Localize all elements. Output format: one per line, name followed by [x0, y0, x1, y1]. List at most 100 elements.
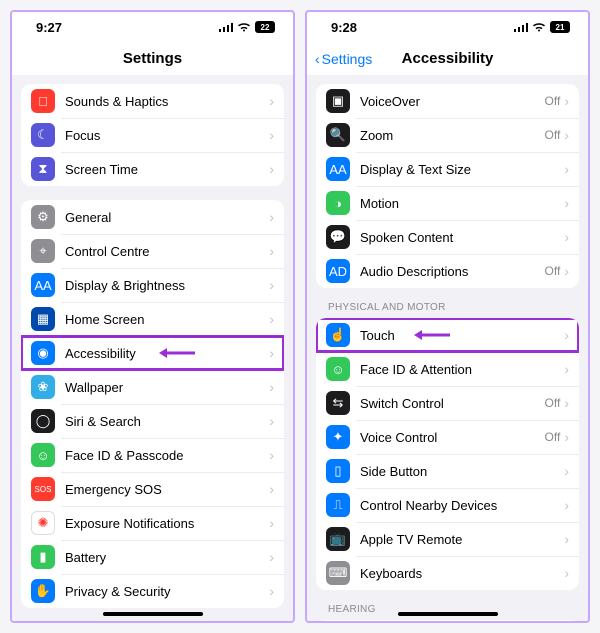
home-indicator[interactable]	[103, 612, 203, 616]
row-spoken-content[interactable]: 💬 Spoken Content›	[316, 220, 579, 254]
row-label: Apple TV Remote	[360, 532, 564, 547]
row-side-button[interactable]: ▯Side Button›	[316, 454, 579, 488]
row-label: Wallpaper	[65, 380, 269, 395]
chevron-right-icon: ›	[269, 345, 274, 361]
accessibility-icon: ◉	[31, 341, 55, 365]
row-label: Side Button	[360, 464, 564, 479]
chevron-right-icon: ›	[564, 531, 569, 547]
row-control-centre[interactable]: ⌖ Control Centre›	[21, 234, 284, 268]
chevron-right-icon: ›	[269, 311, 274, 327]
row-switch-control[interactable]: ⇆Switch ControlOff›	[316, 386, 579, 420]
row-face-id-attention[interactable]: ☺Face ID & Attention›	[316, 352, 579, 386]
row-label: Voice Control	[360, 430, 545, 445]
phone-accessibility: 9:28 21 ‹ Settings Accessibility ▣VoiceO…	[305, 10, 590, 623]
side-button-icon: ▯	[326, 459, 350, 483]
chevron-right-icon: ›	[564, 229, 569, 245]
chevron-right-icon: ›	[564, 161, 569, 177]
row-accessibility[interactable]: ◉Accessibility›	[21, 336, 284, 370]
chevron-right-icon: ›	[564, 263, 569, 279]
settings-list[interactable]: 􀊠Sounds & Haptics›☾Focus›⧗Screen Time›⚙G…	[12, 76, 293, 621]
row-label: Zoom	[360, 128, 545, 143]
row-wallpaper[interactable]: ❀Wallpaper›	[21, 370, 284, 404]
home-indicator[interactable]	[398, 612, 498, 616]
chevron-right-icon: ›	[269, 127, 274, 143]
row-label: Privacy & Security	[65, 584, 269, 599]
row-hearing-devices[interactable]: 👂Hearing Devices›	[316, 620, 579, 621]
row-value: Off	[545, 94, 561, 108]
row-sounds-haptics[interactable]: 􀊠Sounds & Haptics›	[21, 84, 284, 118]
row-control-nearby-devices[interactable]: ⎍Control Nearby Devices›	[316, 488, 579, 522]
motion-icon: ◑	[326, 191, 350, 215]
text-size-icon: AA	[326, 157, 350, 181]
row-battery[interactable]: ▮Battery›	[21, 540, 284, 574]
row-audio-descriptions[interactable]: ADAudio DescriptionsOff›	[316, 254, 579, 288]
settings-group: 👂Hearing Devices›	[316, 620, 579, 621]
row-label: Emergency SOS	[65, 482, 269, 497]
row-label: Exposure Notifications	[65, 516, 269, 531]
chevron-right-icon: ›	[564, 195, 569, 211]
row-motion[interactable]: ◑Motion›	[316, 186, 579, 220]
row-voiceover[interactable]: ▣VoiceOverOff›	[316, 84, 579, 118]
zoom-icon: 🔍	[326, 123, 350, 147]
row-zoom[interactable]: 🔍ZoomOff›	[316, 118, 579, 152]
row-value: Off	[545, 264, 561, 278]
row-keyboards[interactable]: ⌨Keyboards›	[316, 556, 579, 590]
chevron-right-icon: ›	[269, 277, 274, 293]
tv-remote-icon: 📺	[326, 527, 350, 551]
row-display-text-size[interactable]: AADisplay & Text Size›	[316, 152, 579, 186]
row-exposure-notifications[interactable]: ✺Exposure Notifications›	[21, 506, 284, 540]
chevron-right-icon: ›	[269, 161, 274, 177]
row-home-screen[interactable]: ▦Home Screen›	[21, 302, 284, 336]
exposure-icon: ✺	[31, 511, 55, 535]
row-label: Battery	[65, 550, 269, 565]
row-value: Off	[545, 430, 561, 444]
spoken-icon: 💬	[326, 225, 350, 249]
faceid-icon: ☺	[31, 443, 55, 467]
chevron-right-icon: ›	[269, 447, 274, 463]
moon-icon: ☾	[31, 123, 55, 147]
row-label: Control Nearby Devices	[360, 498, 564, 513]
row-label: Control Centre	[65, 244, 269, 259]
touch-icon: ☝	[326, 323, 350, 347]
row-privacy-security[interactable]: ✋Privacy & Security›	[21, 574, 284, 608]
battery-icon: ▮	[31, 545, 55, 569]
page-title: Settings	[123, 50, 182, 67]
row-siri-search[interactable]: ◯Siri & Search›	[21, 404, 284, 438]
chevron-right-icon: ›	[564, 93, 569, 109]
settings-group: ☝Touch›☺Face ID & Attention›⇆Switch Cont…	[316, 318, 579, 590]
voice-icon: ✦	[326, 425, 350, 449]
chevron-right-icon: ›	[564, 395, 569, 411]
row-screen-time[interactable]: ⧗Screen Time›	[21, 152, 284, 186]
sos-icon: SOS	[31, 477, 55, 501]
row-emergency-sos[interactable]: SOSEmergency SOS›	[21, 472, 284, 506]
row-label: Focus	[65, 128, 269, 143]
row-value: Off	[545, 128, 561, 142]
row-apple-tv-remote[interactable]: 📺 Apple TV Remote›	[316, 522, 579, 556]
nav-bar: Settings	[12, 42, 293, 76]
row-label: Spoken Content	[360, 230, 564, 245]
row-touch[interactable]: ☝Touch›	[316, 318, 579, 352]
switch-icon: ⇆	[326, 391, 350, 415]
accessibility-list[interactable]: ▣VoiceOverOff›🔍ZoomOff›AADisplay & Text …	[307, 76, 588, 621]
row-label: Sounds & Haptics	[65, 94, 269, 109]
row-face-id-passcode[interactable]: ☺Face ID & Passcode›	[21, 438, 284, 472]
wifi-icon	[237, 20, 251, 35]
wallpaper-icon: ❀	[31, 375, 55, 399]
row-voice-control[interactable]: ✦Voice ControlOff›	[316, 420, 579, 454]
chevron-right-icon: ›	[269, 243, 274, 259]
status-bar: 9:28 21	[307, 12, 588, 42]
section-header: PHYSICAL AND MOTOR	[316, 302, 579, 318]
row-focus[interactable]: ☾ Focus›	[21, 118, 284, 152]
status-time: 9:27	[36, 20, 62, 35]
chevron-right-icon: ›	[269, 209, 274, 225]
keyboard-icon: ⌨	[326, 561, 350, 585]
row-display-brightness[interactable]: AADisplay & Brightness›	[21, 268, 284, 302]
row-label: Keyboards	[360, 566, 564, 581]
switches-icon: ⌖	[31, 239, 55, 263]
back-button[interactable]: ‹ Settings	[315, 51, 372, 67]
chevron-right-icon: ›	[564, 497, 569, 513]
row-label: Audio Descriptions	[360, 264, 545, 279]
battery-icon: 22	[255, 21, 275, 33]
row-general[interactable]: ⚙General›	[21, 200, 284, 234]
row-label: Display & Brightness	[65, 278, 269, 293]
